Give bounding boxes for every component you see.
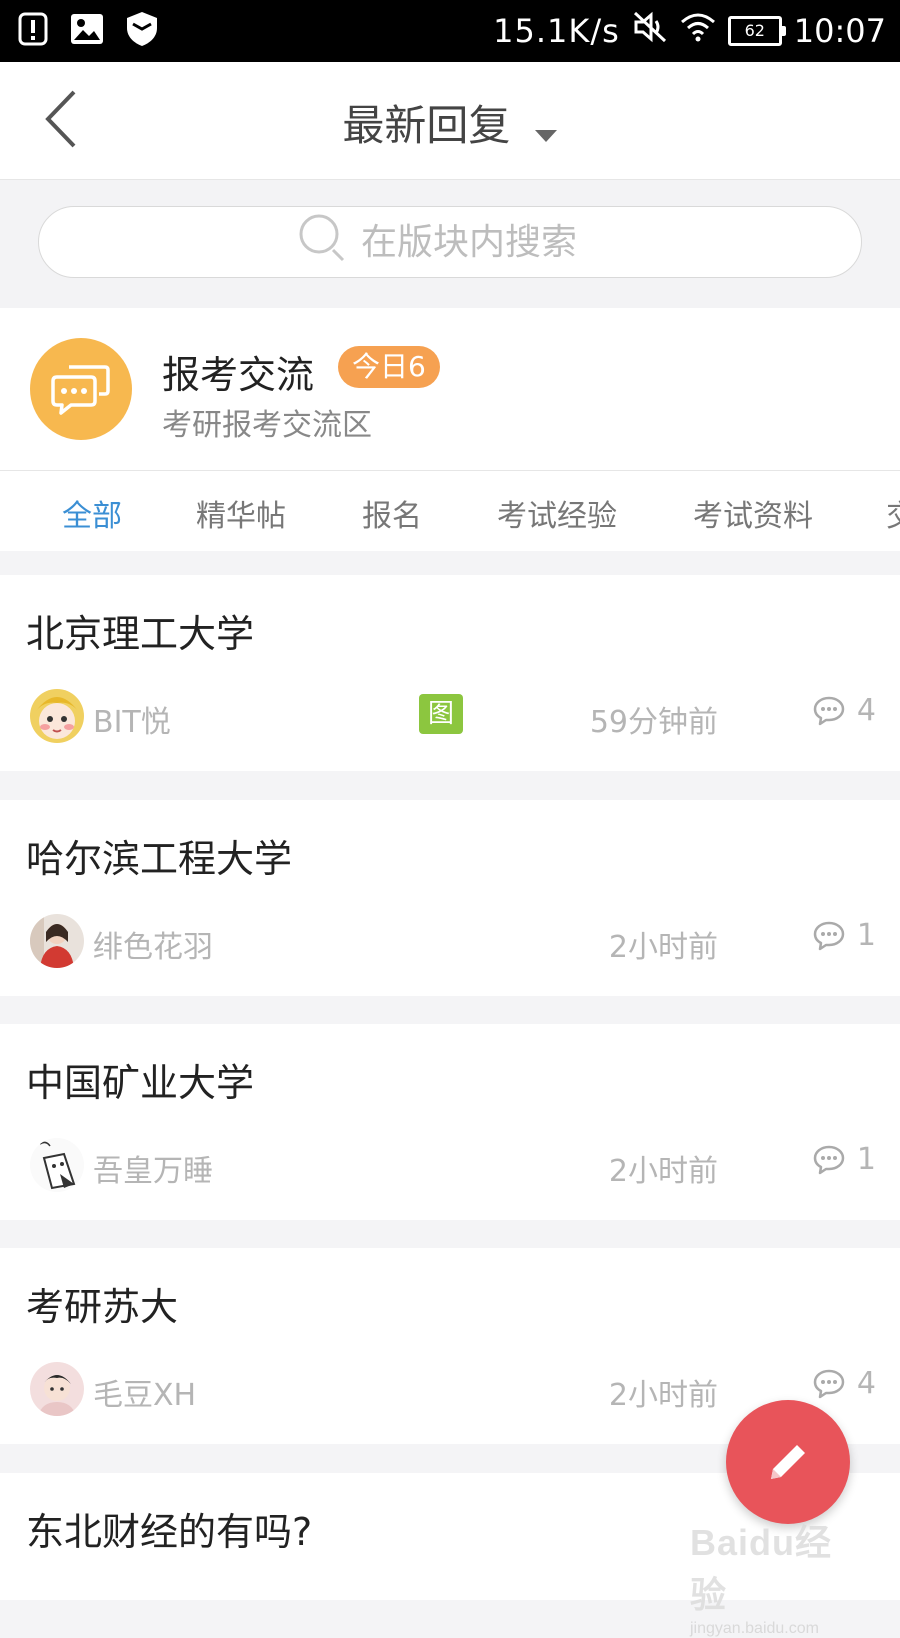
- tab-featured[interactable]: 精华帖: [196, 491, 286, 535]
- post-time: 2小时前: [608, 1378, 718, 1413]
- post-meta: BIT悦 图 59分钟前 4: [0, 689, 900, 743]
- category-tabs: 全部 精华帖 报名 考试经验 考试资料 交: [0, 471, 900, 551]
- post-title: 中国矿业大学: [26, 1061, 255, 1105]
- reply-count-value: 1: [856, 918, 876, 953]
- search-icon: [297, 212, 349, 273]
- pencil-icon: [771, 1445, 805, 1479]
- tab-all[interactable]: 全部: [62, 491, 122, 535]
- post-title: 北京理工大学: [26, 612, 255, 656]
- image-icon: [70, 13, 104, 49]
- page-title: 最新回复: [342, 101, 511, 150]
- battery-indicator: 62: [727, 16, 786, 46]
- reply-count[interactable]: 4: [813, 693, 876, 728]
- status-bar: 15.1K/s 62 10:07: [0, 0, 900, 62]
- network-speed: 15.1K/s: [493, 12, 620, 50]
- wifi-icon: [680, 12, 716, 50]
- reply-count-value: 1: [856, 1142, 876, 1177]
- post-title: 哈尔滨工程大学: [26, 837, 293, 881]
- post-item[interactable]: 哈尔滨工程大学 绯色花羽 2小时前 1: [0, 800, 900, 996]
- post-time: 2小时前: [608, 930, 718, 965]
- new-post-button[interactable]: [726, 1400, 850, 1524]
- nav-bar: 最新回复: [0, 62, 900, 180]
- watermark-url: jingyan.baidu.com: [690, 1620, 819, 1637]
- tab-exam-materials[interactable]: 考试资料: [693, 491, 813, 535]
- mute-icon: [632, 10, 668, 52]
- forum-header: 报考交流 今日6 考研报考交流区: [0, 308, 900, 471]
- reply-count[interactable]: 1: [813, 1142, 876, 1177]
- forum-avatar: [30, 338, 132, 440]
- reply-count[interactable]: 1: [813, 918, 876, 953]
- post-title: 东北财经的有吗?: [26, 1510, 313, 1554]
- tab-more[interactable]: 交: [886, 491, 900, 535]
- reply-count-value: 4: [856, 1366, 876, 1401]
- search-input[interactable]: [359, 220, 603, 264]
- post-title: 考研苏大: [26, 1285, 179, 1329]
- comment-icon: [813, 1369, 845, 1398]
- dropdown-caret-icon: [534, 104, 558, 153]
- post-meta: 吾皇万睡 2小时前 1: [0, 1138, 900, 1192]
- author-name[interactable]: 吾皇万睡: [93, 1146, 213, 1190]
- comment-icon: [813, 696, 845, 725]
- status-notifications: [18, 11, 158, 51]
- search-section: [0, 180, 900, 308]
- post-item[interactable]: 北京理工大学 BIT悦 图 59分钟前 4: [0, 575, 900, 771]
- post-item[interactable]: 中国矿业大学 吾皇万睡 2小时前 1: [0, 1024, 900, 1220]
- sort-selector[interactable]: 最新回复: [0, 92, 900, 153]
- post-time: 2小时前: [608, 1154, 718, 1189]
- reply-count-value: 4: [856, 693, 876, 728]
- search-box[interactable]: [38, 206, 862, 278]
- forum-name: 报考交流: [162, 353, 315, 397]
- clock: 10:07: [793, 12, 886, 50]
- image-tag-badge: 图: [419, 694, 463, 734]
- author-name[interactable]: 毛豆XH: [93, 1370, 196, 1414]
- avatar[interactable]: [30, 914, 84, 968]
- author-name[interactable]: BIT悦: [93, 697, 171, 741]
- comment-icon: [813, 921, 845, 950]
- today-count-badge: 今日6: [338, 346, 440, 388]
- chat-bubbles-icon: [51, 365, 110, 415]
- post-time: 59分钟前: [589, 705, 718, 740]
- comment-icon: [813, 1145, 845, 1174]
- tab-registration[interactable]: 报名: [362, 491, 422, 535]
- tab-exam-experience[interactable]: 考试经验: [497, 491, 617, 535]
- author-name[interactable]: 绯色花羽: [93, 922, 213, 966]
- avatar[interactable]: [30, 1362, 84, 1416]
- forum-description: 考研报考交流区: [162, 408, 372, 443]
- shield-icon: [126, 11, 158, 51]
- alert-icon: [18, 12, 48, 50]
- reply-count[interactable]: 4: [813, 1366, 876, 1401]
- avatar[interactable]: [30, 689, 84, 743]
- post-meta: 绯色花羽 2小时前 1: [0, 914, 900, 968]
- avatar[interactable]: [30, 1138, 84, 1192]
